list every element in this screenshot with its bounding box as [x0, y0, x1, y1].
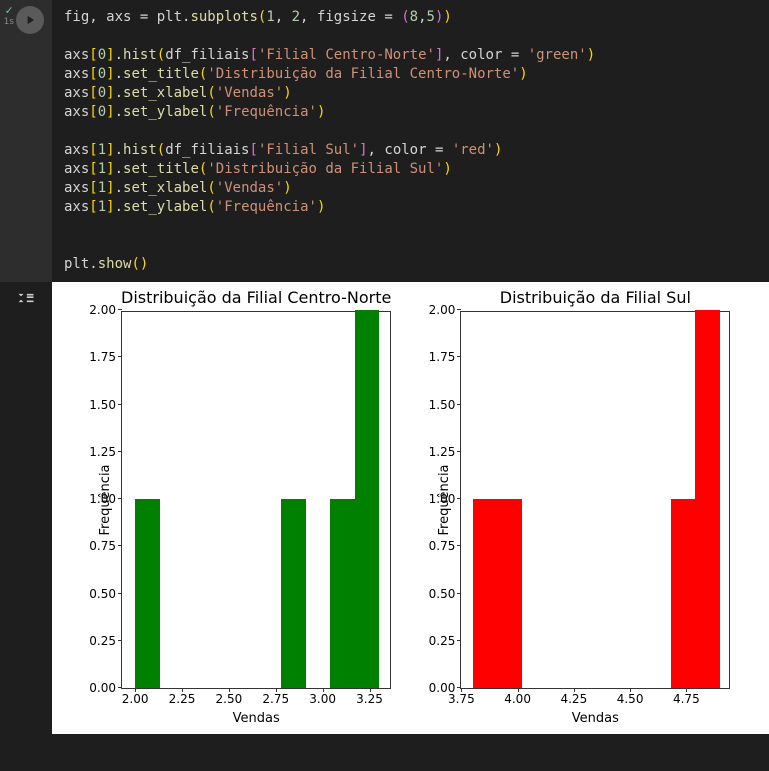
chart-title: Distribuição da Filial Sul: [460, 288, 730, 307]
output-area: Distribuição da Filial Centro-Norte0.000…: [52, 282, 769, 734]
xtick: 4.25: [560, 692, 587, 706]
chart-title: Distribuição da Filial Centro-Norte: [121, 288, 391, 307]
plot-area: 0.000.250.500.751.001.251.501.752.003.75…: [460, 311, 730, 689]
xtick: 2.25: [169, 692, 196, 706]
ytick: 0.75: [89, 539, 116, 553]
ytick: 1.50: [429, 398, 456, 412]
exec-time: 1s: [4, 17, 15, 27]
output-row: Distribuição da Filial Centro-Norte0.000…: [0, 282, 769, 734]
cell-status: ✓ 1s: [0, 4, 18, 27]
ytick: 0.75: [429, 539, 456, 553]
check-icon: ✓: [5, 4, 12, 16]
ytick: 1.25: [89, 445, 116, 459]
bar: [330, 499, 354, 688]
xtick: 3.00: [309, 692, 336, 706]
output-gutter: [0, 282, 52, 734]
xtick: 2.50: [216, 692, 243, 706]
xtick: 2.75: [262, 692, 289, 706]
ytick: 1.25: [429, 445, 456, 459]
xlabel: Vendas: [121, 711, 391, 726]
xtick: 4.00: [504, 692, 531, 706]
bar: [671, 499, 696, 688]
bar: [473, 499, 523, 688]
ylabel: Frequência: [437, 464, 452, 535]
ytick: 0.50: [89, 587, 116, 601]
ytick: 1.50: [89, 398, 116, 412]
ytick: 1.75: [429, 350, 456, 364]
ytick: 2.00: [89, 303, 116, 317]
cell-gutter: [0, 0, 52, 282]
ylabel: Frequência: [98, 464, 113, 535]
play-icon: [23, 13, 37, 27]
xtick: 3.75: [448, 692, 475, 706]
bar: [281, 499, 305, 688]
chart-0: Distribuição da Filial Centro-Norte 0.000…: [121, 288, 391, 726]
run-button[interactable]: [16, 6, 44, 34]
bar: [135, 499, 159, 688]
ytick: 0.00: [89, 681, 116, 695]
code-cell: ✓ 1s fig, axs = plt.subplots(1, 2, figsi…: [0, 0, 769, 282]
bar: [695, 310, 720, 688]
chart-1: Distribuição da Filial Sul 0.000.250.500.…: [460, 288, 730, 726]
output-settings-icon[interactable]: [16, 288, 36, 308]
plot-area: 0.000.250.500.751.001.251.501.752.002.00…: [121, 311, 391, 689]
ytick: 0.50: [429, 587, 456, 601]
xtick: 2.00: [122, 692, 149, 706]
ytick: 0.25: [89, 634, 116, 648]
ytick: 2.00: [429, 303, 456, 317]
bar: [355, 310, 379, 688]
ytick: 0.25: [429, 634, 456, 648]
charts-container: Distribuição da Filial Centro-Norte0.000…: [56, 288, 765, 726]
xtick: 4.50: [617, 692, 644, 706]
xlabel: Vendas: [460, 711, 730, 726]
xtick: 3.25: [356, 692, 383, 706]
code-editor[interactable]: fig, axs = plt.subplots(1, 2, figsize = …: [52, 0, 769, 282]
xtick: 4.75: [673, 692, 700, 706]
ytick: 1.75: [89, 350, 116, 364]
